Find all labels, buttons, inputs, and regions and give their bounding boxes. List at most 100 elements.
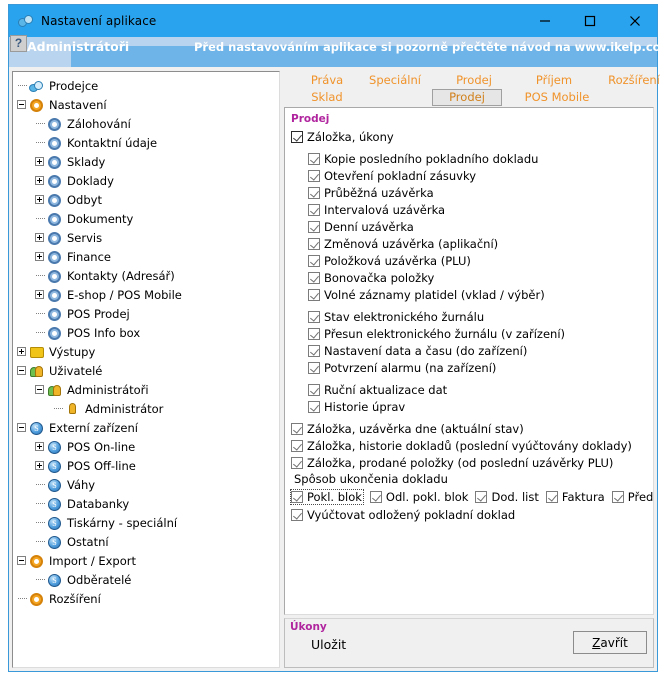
tree-item[interactable]: Kontaktní údaje	[13, 133, 279, 152]
checkbox-icon[interactable]	[308, 384, 320, 396]
tree-item[interactable]: Finance	[13, 247, 279, 266]
tab-roz-en-[interactable]: Rozšíření	[594, 72, 666, 88]
checkbox-icon[interactable]	[291, 491, 303, 503]
checkbox-row[interactable]: Bonovačka položky	[291, 269, 653, 286]
checkbox-icon[interactable]	[308, 328, 320, 340]
checkbox-icon[interactable]	[308, 221, 320, 233]
checkbox-row[interactable]: Denní uzávěrka	[291, 218, 653, 235]
tree-item[interactable]: Servis	[13, 228, 279, 247]
tree-item[interactable]: Administrátoři	[13, 380, 279, 399]
checkbox-icon[interactable]	[475, 491, 487, 503]
checkbox-icon[interactable]	[308, 272, 320, 284]
checkbox-icon[interactable]	[308, 187, 320, 199]
tree-item[interactable]: Import / Export	[13, 551, 279, 570]
checkbox-icon[interactable]	[308, 170, 320, 182]
checkbox-row[interactable]: Nastavení data a času (do zařízení)	[291, 342, 653, 359]
tree-item[interactable]: Uživatelé	[13, 361, 279, 380]
settings-tree-panel[interactable]: ProdejceNastaveníZálohováníKontaktní úda…	[12, 71, 280, 668]
tree-item[interactable]: SDatabanky	[13, 494, 279, 513]
tree-item[interactable]: Odbyt	[13, 190, 279, 209]
help-button[interactable]: ?	[10, 35, 27, 52]
checkbox-row[interactable]: Položková uzávěrka (PLU)	[291, 252, 653, 269]
checkbox-row[interactable]: Záložka, historie dokladů (poslední vyúč…	[291, 437, 653, 454]
checkbox-icon[interactable]	[291, 423, 303, 435]
collapse-icon[interactable]	[17, 100, 26, 109]
expand-icon[interactable]	[35, 233, 44, 242]
checkbox-row[interactable]: Změnová uzávěrka (aplikační)	[291, 235, 653, 252]
collapse-icon[interactable]	[17, 366, 26, 375]
checkbox-icon[interactable]	[308, 401, 320, 413]
expand-icon[interactable]	[35, 195, 44, 204]
maximize-icon[interactable]	[567, 5, 612, 37]
tree-item[interactable]: Výstupy	[13, 342, 279, 361]
expand-icon[interactable]	[35, 252, 44, 261]
checkbox-row[interactable]: Průběžná uzávěrka	[291, 184, 653, 201]
tab-speci-ln-[interactable]: Speciální	[356, 72, 434, 88]
checkbox-icon[interactable]	[308, 311, 320, 323]
checkbox-icon[interactable]	[308, 289, 320, 301]
tree-item[interactable]: Doklady	[13, 171, 279, 190]
settings-tree[interactable]: ProdejceNastaveníZálohováníKontaktní úda…	[13, 76, 279, 608]
save-button[interactable]: Uložit	[311, 637, 346, 652]
tree-item[interactable]: Rozšíření	[13, 589, 279, 608]
collapse-icon[interactable]	[17, 556, 26, 565]
checkbox-row[interactable]: Záložka, úkony	[291, 128, 653, 145]
collapse-icon[interactable]	[17, 423, 26, 432]
tab-pr-va[interactable]: Práva	[292, 72, 362, 88]
tab-p-jem[interactable]: Příjem	[519, 72, 589, 88]
doc-close-option[interactable]: Odl. pokl. blok	[370, 490, 469, 504]
tree-item[interactable]: Sklady	[13, 152, 279, 171]
checkbox-icon[interactable]	[370, 491, 382, 503]
checkbox-icon[interactable]	[308, 345, 320, 357]
checkbox-icon[interactable]	[291, 509, 303, 521]
expand-icon[interactable]	[35, 157, 44, 166]
expand-icon[interactable]	[35, 442, 44, 451]
tree-item[interactable]: SPOS Off-line	[13, 456, 279, 475]
minimize-icon[interactable]	[522, 5, 567, 37]
checkbox-row[interactable]: Kopie posledního pokladního dokladu	[291, 150, 653, 167]
tree-item[interactable]: Dokumenty	[13, 209, 279, 228]
tree-item[interactable]: SVáhy	[13, 475, 279, 494]
tree-item[interactable]: POS Info box	[13, 323, 279, 342]
checkbox-icon[interactable]	[308, 362, 320, 374]
expand-icon[interactable]	[35, 461, 44, 470]
tree-item[interactable]: Kontakty (Adresář)	[13, 266, 279, 285]
tab-row-secondary[interactable]: Sklad Prodej POS Mobile	[284, 89, 654, 106]
tree-item[interactable]: SOstatní	[13, 532, 279, 551]
tree-item[interactable]: STiskárny - speciální	[13, 513, 279, 532]
doc-close-option[interactable]: Pokl. blok	[291, 490, 363, 504]
checkbox-row[interactable]: Intervalová uzávěrka	[291, 201, 653, 218]
tree-item[interactable]: E-shop / POS Mobile	[13, 285, 279, 304]
close-icon[interactable]	[612, 5, 657, 37]
tab-pos-mobile[interactable]: POS Mobile	[512, 89, 602, 105]
checkbox-icon[interactable]	[308, 204, 320, 216]
expand-icon[interactable]	[35, 176, 44, 185]
tree-item[interactable]: Nastavení	[13, 95, 279, 114]
checkbox-icon[interactable]	[291, 131, 303, 143]
doc-close-option[interactable]: Faktura	[546, 490, 605, 504]
checkbox-icon[interactable]	[291, 457, 303, 469]
checkbox-row[interactable]: Ruční aktualizace dat	[291, 381, 653, 398]
checkbox-row[interactable]: Záložka, prodané položky (od poslední uz…	[291, 454, 653, 471]
tree-item[interactable]: Administrátor	[13, 399, 279, 418]
checkbox-icon[interactable]	[308, 153, 320, 165]
tree-item[interactable]: SPOS On-line	[13, 437, 279, 456]
tab-prodej[interactable]: Prodej	[439, 72, 509, 88]
tab-row-primary[interactable]: PrávaSpeciálníProdejPříjemRozšíření	[284, 72, 654, 89]
tree-item[interactable]: SExterní zařízení	[13, 418, 279, 437]
checkbox-row[interactable]: Potvrzení alarmu (na zařízení)	[291, 359, 653, 376]
tree-item[interactable]: SOdběratelé	[13, 570, 279, 589]
tree-item[interactable]: Prodejce	[13, 76, 279, 95]
tab-prodej[interactable]: Prodej	[432, 89, 502, 106]
checkbox-row[interactable]: Stav elektronického žurnálu	[291, 308, 653, 325]
checkbox-icon[interactable]	[291, 440, 303, 452]
checkbox-icon[interactable]	[612, 491, 624, 503]
tree-item[interactable]: POS Prodej	[13, 304, 279, 323]
doc-close-options[interactable]: Pokl. blok Odl. pokl. blok Dod. list Faktur…	[291, 488, 653, 506]
checkbox-row[interactable]: Záložka, uzávěrka dne (aktuální stav)	[291, 420, 653, 437]
tab-sklad[interactable]: Sklad	[292, 89, 362, 105]
doc-close-option[interactable]: Dod. list	[475, 490, 538, 504]
doc-close-option[interactable]: Předfaktura	[612, 490, 654, 504]
final-checkbox-row[interactable]: Vyúčtovat odložený pokladní doklad	[291, 506, 653, 523]
tree-item[interactable]: Zálohování	[13, 114, 279, 133]
